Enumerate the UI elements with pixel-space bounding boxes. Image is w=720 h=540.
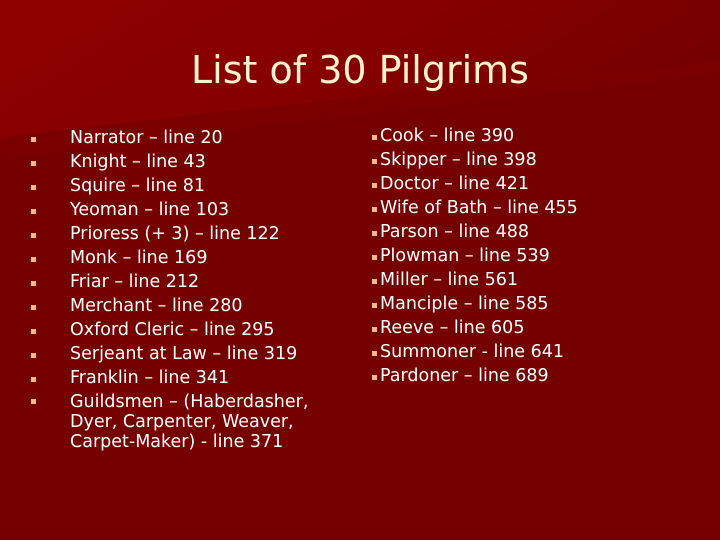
list-item-text: Squire – line 81	[70, 176, 206, 196]
list-item-text: Skipper – line 398	[380, 150, 537, 170]
list-item: Reeve – line 605	[372, 316, 702, 340]
square-bullet-icon	[31, 137, 36, 142]
square-bullet-icon	[372, 135, 377, 140]
list-item: Guildsmen – (Haberdasher, Dyer, Carpente…	[26, 390, 346, 452]
list-item: Prioress (+ 3) – line 122	[26, 222, 346, 246]
square-bullet-icon	[31, 257, 36, 262]
list-item-text: Parson – line 488	[380, 222, 530, 242]
square-bullet-icon	[31, 209, 36, 214]
list-item-text: Summoner - line 641	[380, 342, 565, 362]
list-item-text: Plowman – line 539	[380, 246, 550, 266]
square-bullet-icon	[372, 279, 377, 284]
square-bullet-icon	[372, 207, 377, 212]
list-item: Knight – line 43	[26, 150, 346, 174]
square-bullet-icon	[31, 399, 36, 404]
square-bullet-icon	[372, 159, 377, 164]
square-bullet-icon	[31, 233, 36, 238]
list-item-text: Franklin – line 341	[70, 368, 230, 388]
pilgrim-list-right: Cook – line 390 Skipper – line 398 Docto…	[372, 124, 702, 388]
list-item-text: Serjeant at Law – line 319	[70, 344, 298, 364]
list-item: Plowman – line 539	[372, 244, 702, 268]
list-item-text: Narrator – line 20	[70, 128, 223, 148]
list-item: Oxford Cleric – line 295	[26, 318, 346, 342]
square-bullet-icon	[31, 281, 36, 286]
list-item-text: Pardoner – line 689	[380, 366, 549, 386]
list-item: Narrator – line 20	[26, 126, 346, 150]
square-bullet-icon	[372, 183, 377, 188]
list-item-text: Wife of Bath – line 455	[380, 198, 578, 218]
square-bullet-icon	[372, 255, 377, 260]
list-item: Cook – line 390	[372, 124, 702, 148]
list-item: Miller – line 561	[372, 268, 702, 292]
list-item: Merchant – line 280	[26, 294, 346, 318]
square-bullet-icon	[372, 375, 377, 380]
square-bullet-icon	[31, 377, 36, 382]
slide: List of 30 Pilgrims Narrator – line 20 K…	[0, 0, 720, 540]
list-item: Parson – line 488	[372, 220, 702, 244]
list-item-text: Cook – line 390	[380, 126, 515, 146]
list-item: Doctor – line 421	[372, 172, 702, 196]
list-item-text: Merchant – line 280	[70, 296, 243, 316]
list-item: Serjeant at Law – line 319	[26, 342, 346, 366]
list-item: Squire – line 81	[26, 174, 346, 198]
list-item-text: Doctor – line 421	[380, 174, 529, 194]
list-item: Wife of Bath – line 455	[372, 196, 702, 220]
list-item: Franklin – line 341	[26, 366, 346, 390]
square-bullet-icon	[372, 327, 377, 332]
list-item: Friar – line 212	[26, 270, 346, 294]
list-item: Pardoner – line 689	[372, 364, 702, 388]
list-item-text: Knight – line 43	[70, 152, 206, 172]
list-item: Skipper – line 398	[372, 148, 702, 172]
pilgrim-list-left: Narrator – line 20 Knight – line 43 Squi…	[26, 126, 346, 452]
square-bullet-icon	[31, 185, 36, 190]
square-bullet-icon	[372, 351, 377, 356]
list-item-text: Guildsmen – (Haberdasher, Dyer, Carpente…	[70, 392, 309, 452]
list-item: Summoner - line 641	[372, 340, 702, 364]
square-bullet-icon	[31, 305, 36, 310]
list-item-text: Monk – line 169	[70, 248, 208, 268]
square-bullet-icon	[31, 161, 36, 166]
list-item: Manciple – line 585	[372, 292, 702, 316]
list-item-text: Oxford Cleric – line 295	[70, 320, 275, 340]
list-item-text: Yeoman – line 103	[70, 200, 230, 220]
list-item-text: Prioress (+ 3) – line 122	[70, 224, 280, 244]
list-item: Monk – line 169	[26, 246, 346, 270]
square-bullet-icon	[372, 303, 377, 308]
list-item-text: Reeve – line 605	[380, 318, 525, 338]
list-item-text: Friar – line 212	[70, 272, 200, 292]
square-bullet-icon	[31, 329, 36, 334]
slide-title: List of 30 Pilgrims	[191, 48, 529, 92]
list-item-text: Manciple – line 585	[380, 294, 549, 314]
list-item-text: Miller – line 561	[380, 270, 519, 290]
list-item: Yeoman – line 103	[26, 198, 346, 222]
square-bullet-icon	[372, 231, 377, 236]
square-bullet-icon	[31, 353, 36, 358]
